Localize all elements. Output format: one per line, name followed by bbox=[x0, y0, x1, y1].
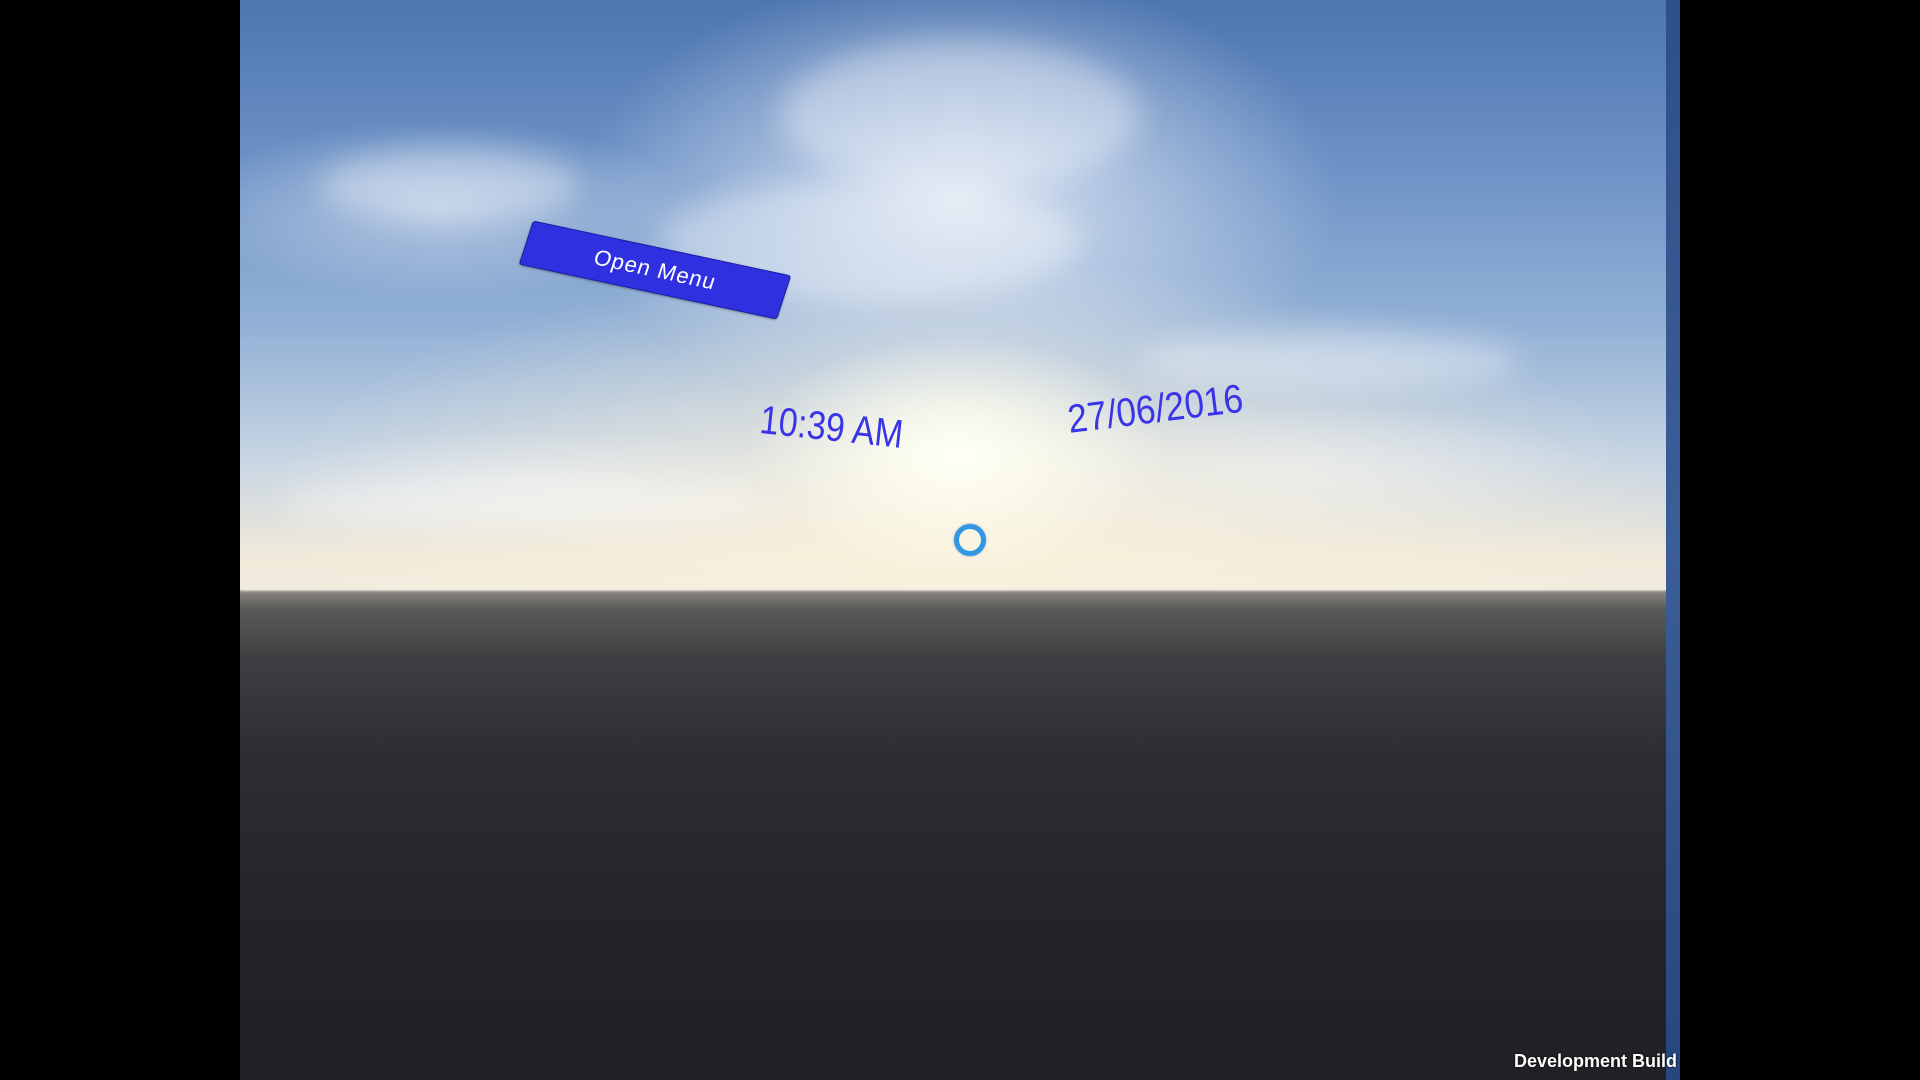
right-edge-strip bbox=[1666, 0, 1680, 1080]
horizon bbox=[240, 588, 1666, 591]
left-letterbox bbox=[0, 0, 240, 1080]
development-build-label: Development Build bbox=[1513, 1051, 1677, 1071]
cloud bbox=[320, 150, 580, 220]
vr-app-window: Open Menu 10:39 AM 27/06/2016 Developmen… bbox=[0, 0, 1920, 1080]
ground-plane bbox=[240, 590, 1666, 1080]
cloud bbox=[280, 480, 780, 530]
vr-viewport: Open Menu 10:39 AM 27/06/2016 bbox=[240, 0, 1680, 1080]
gaze-reticle-icon bbox=[954, 524, 986, 556]
cloud bbox=[780, 40, 1140, 190]
right-letterbox bbox=[1680, 0, 1920, 1080]
